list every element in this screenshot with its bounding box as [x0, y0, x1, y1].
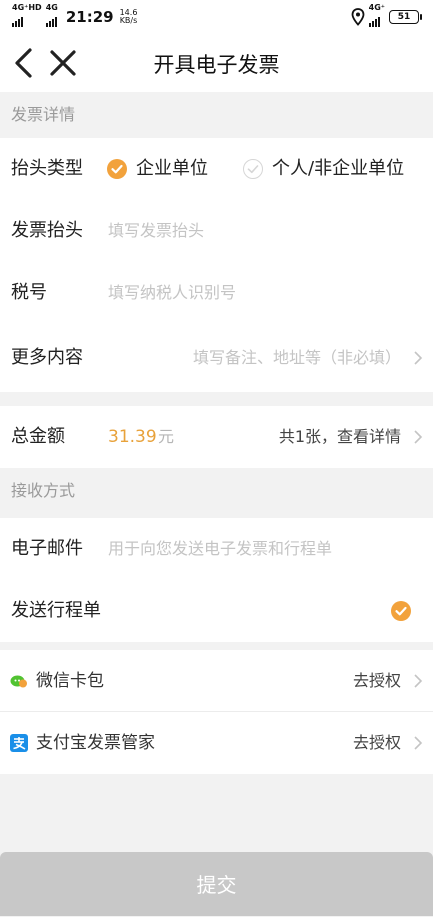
chevron-right-icon	[414, 674, 423, 688]
section-header-invoice-details: 发票详情	[11, 105, 76, 124]
wallet-row-wechat[interactable]: 微信卡包 去授权	[0, 650, 433, 712]
invoice-details-card: 抬头类型 企业单位 个人/非企业单位 发票抬头 填写发票抬头 税号 填写纳税人识…	[0, 138, 433, 392]
checked-icon[interactable]	[391, 601, 411, 621]
network-speed: 14.6 KB/s	[120, 9, 138, 25]
invoice-title-row[interactable]: 发票抬头 填写发票抬头	[0, 200, 433, 262]
signal-bars-icon	[45, 15, 57, 27]
email-input[interactable]: 用于向您发送电子发票和行程单	[108, 518, 332, 580]
invoice-title-input[interactable]: 填写发票抬头	[108, 200, 204, 262]
alipay-label: 支付宝发票管家	[36, 733, 155, 753]
invoice-title-label: 发票抬头	[11, 220, 83, 241]
status-left: 4G⁺HD 4G 21:29 14.6 KB/s	[12, 2, 138, 31]
chevron-right-icon	[414, 351, 423, 365]
email-row[interactable]: 电子邮件 用于向您发送电子发票和行程单	[0, 518, 433, 580]
location-pin-icon	[351, 8, 365, 26]
wechat-authorize-link[interactable]: 去授权	[353, 650, 401, 712]
network-type-label: 4G	[45, 2, 58, 12]
alipay-icon	[10, 734, 28, 752]
wallet-card: 微信卡包 去授权 支付宝发票管家 去授权	[0, 650, 433, 774]
currency-unit: 元	[158, 427, 175, 446]
unchecked-icon	[243, 159, 263, 179]
view-details-link[interactable]: 共1张，查看详情	[279, 406, 401, 468]
signal-bars-icon	[12, 15, 23, 27]
total-amount-label: 总金额	[11, 426, 65, 447]
option-personal-label: 个人/非企业单位	[272, 158, 405, 179]
total-amount-row[interactable]: 总金额 31.39 元 共1张，查看详情	[0, 406, 433, 468]
status-bar: 4G⁺HD 4G 21:29 14.6 KB/s 4G⁺ 51	[0, 0, 433, 34]
tax-number-label: 税号	[11, 282, 47, 303]
more-content-row[interactable]: 更多内容 填写备注、地址等（非必填）	[0, 324, 433, 392]
section-header-receive-method: 接收方式	[11, 481, 76, 500]
checked-icon	[107, 159, 127, 179]
network-type-label: 4G⁺	[368, 2, 385, 12]
receive-method-card: 电子邮件 用于向您发送电子发票和行程单 发送行程单	[0, 518, 433, 642]
header-type-row: 抬头类型 企业单位 个人/非企业单位	[0, 138, 433, 200]
total-amount-value: 31.39	[108, 427, 157, 447]
signal-bars-icon	[368, 15, 380, 27]
option-company-label: 企业单位	[136, 158, 208, 179]
speed-unit: KB/s	[119, 16, 138, 25]
tax-number-input[interactable]: 填写纳税人识别号	[108, 262, 236, 324]
tax-number-row[interactable]: 税号 填写纳税人识别号	[0, 262, 433, 324]
chevron-right-icon	[414, 736, 423, 750]
submit-button[interactable]: 提交	[0, 852, 433, 916]
alipay-authorize-link[interactable]: 去授权	[353, 712, 401, 774]
network-indicator-2: 4G	[45, 2, 58, 31]
email-label: 电子邮件	[11, 538, 83, 559]
wallet-row-alipay[interactable]: 支付宝发票管家 去授权	[0, 712, 433, 774]
status-right: 4G⁺ 51	[351, 3, 422, 27]
header-type-label: 抬头类型	[11, 158, 83, 179]
send-itinerary-label: 发送行程单	[11, 600, 101, 621]
page-title: 开具电子发票	[153, 53, 280, 77]
clock: 21:29	[65, 8, 114, 26]
network-indicator-1: 4G⁺HD	[12, 2, 42, 31]
network-indicator-3: 4G⁺	[368, 2, 385, 31]
battery-icon: 51	[389, 10, 422, 24]
total-amount-card: 总金额 31.39 元 共1张，查看详情	[0, 406, 433, 468]
more-content-placeholder: 填写备注、地址等（非必填）	[192, 348, 401, 367]
network-type-label: 4G⁺HD	[12, 2, 42, 12]
more-content-label: 更多内容	[11, 347, 83, 368]
wechat-card-icon	[10, 672, 28, 690]
wechat-card-label: 微信卡包	[36, 671, 104, 691]
chevron-right-icon	[414, 430, 423, 444]
nav-bar: 开具电子发票	[0, 34, 433, 92]
send-itinerary-row[interactable]: 发送行程单	[0, 580, 433, 642]
